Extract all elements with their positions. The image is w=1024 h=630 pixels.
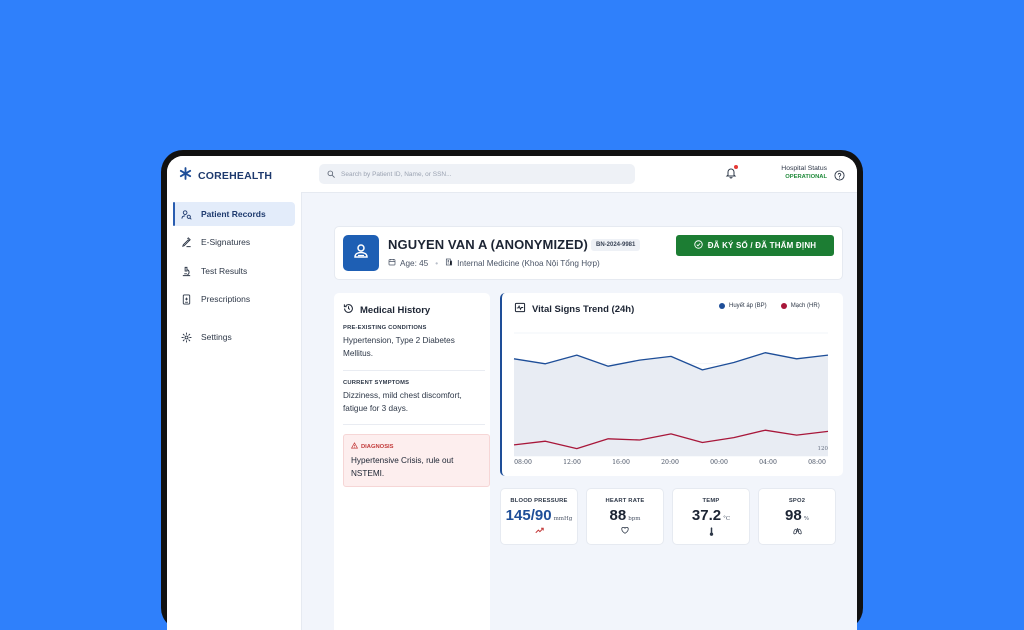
check-circle-icon: [693, 240, 703, 251]
warning-icon: [350, 442, 359, 451]
medical-history-title-text: Medical History: [360, 304, 431, 316]
vital-unit: mmHg: [553, 516, 573, 522]
symptoms-text: Dizziness, mild chest discomfort, fatigu…: [343, 391, 462, 413]
medical-history-panel: Medical History PRE-EXISTING CONDITIONS …: [334, 293, 490, 630]
vital-value-row: 98%: [759, 507, 835, 525]
preexisting-label: PRE-EXISTING CONDITIONS: [343, 325, 427, 331]
sidebar-item-patient-records[interactable]: Patient Records: [173, 202, 295, 226]
user-search-icon: [181, 209, 195, 220]
calendar-icon: [388, 258, 396, 268]
divider: [343, 424, 485, 425]
thermometer-icon: [673, 527, 749, 536]
patient-meta: Age: 45 • Internal Medicine (Khoa Nội Tổ…: [388, 258, 600, 268]
vital-value-row: 145/90 mmHg: [501, 507, 577, 525]
history-icon: [343, 303, 354, 317]
sidebar-item-e-signatures[interactable]: E-Signatures: [173, 230, 295, 254]
building-icon: [445, 258, 453, 268]
hospital-status: Hospital Status OPERATIONAL: [763, 165, 827, 180]
help-button[interactable]: [834, 168, 845, 186]
notifications-button[interactable]: [725, 165, 738, 184]
bp-area-fill: [514, 352, 828, 456]
top-bar: COREHEALTH Hospital Status OPERATIONAL: [167, 156, 857, 193]
heart-icon: [587, 527, 663, 534]
search-bar[interactable]: [319, 164, 635, 184]
vital-value: 98: [785, 507, 802, 524]
diagnosis-text: Hypertensive Crisis, rule out NSTEMI.: [351, 456, 454, 478]
signed-verified-button[interactable]: ĐÃ KÝ SỐ / ĐÃ THẨM ĐỊNH: [676, 235, 834, 256]
vital-tile-spo2: SPO2 98%: [758, 488, 836, 545]
sidebar-item-test-results[interactable]: Test Results: [173, 259, 295, 283]
vital-label: BLOOD PRESSURE: [510, 498, 568, 504]
vital-label: SPO2: [788, 498, 806, 504]
sidebar-item-label: Test Results: [201, 266, 248, 276]
vital-unit: °C: [723, 516, 731, 522]
vital-value-row: 37.2 °C: [673, 507, 749, 525]
preexisting-text: Hypertension, Type 2 Diabetes Mellitus.: [343, 336, 455, 358]
sidebar-item-label: Settings: [201, 332, 232, 342]
vital-unit: %: [803, 516, 809, 522]
search-icon: [319, 165, 335, 183]
vital-label: TEMP: [702, 498, 720, 504]
sidebar-item-prescriptions[interactable]: Prescriptions: [173, 287, 295, 311]
x-tick-label: 12:00: [563, 459, 581, 466]
tablet-frame: COREHEALTH Hospital Status OPERATIONAL: [161, 150, 863, 630]
x-tick-label: 20:00: [661, 459, 679, 466]
diagnosis-label: DIAGNOSIS: [350, 442, 394, 451]
search-input[interactable]: [339, 169, 623, 179]
sidebar-item-settings[interactable]: Settings: [173, 325, 295, 349]
patient-id-badge: BN-2024-9981: [591, 239, 641, 251]
divider: [343, 370, 485, 371]
vital-signs-chart-card: Vital Signs Trend (24h) Huyết áp (BP) Mạ…: [500, 293, 843, 476]
hospital-status-value: OPERATIONAL: [785, 174, 827, 180]
x-tick-label: 08:00: [808, 459, 826, 466]
vital-signs-chart: 120 08:00 12:00 16:00 20:00 00:00 04:00 08:00: [513, 332, 829, 466]
trend-up-icon: [501, 527, 577, 534]
x-tick-label: 04:00: [759, 459, 777, 466]
prescription-icon: [181, 293, 195, 305]
pen-signature-icon: [181, 236, 195, 248]
vital-label: HEART RATE: [605, 498, 645, 504]
vital-unit: bpm: [628, 516, 641, 522]
brand[interactable]: COREHEALTH: [179, 167, 272, 185]
brand-name: COREHEALTH: [198, 170, 273, 182]
vital-value: 37.2: [691, 507, 722, 524]
patient-header-card: NGUYEN VAN A (ANONYMIZED) BN-2024-9981 A…: [334, 226, 843, 280]
sidebar: Patient Records E-Signatures Test Result…: [167, 192, 302, 630]
patient-avatar: [343, 235, 379, 271]
medical-history-title: Medical History: [343, 303, 430, 317]
x-tick-label: 00:00: [710, 459, 728, 466]
x-tick-label: 16:00: [612, 459, 630, 466]
diagnosis-box: DIAGNOSIS Hypertensive Crisis, rule out …: [343, 434, 490, 487]
hospital-status-label: Hospital Status: [781, 165, 827, 172]
x-tick-label: 08:00: [514, 459, 532, 466]
asterisk-logo-icon: [179, 167, 192, 185]
patient-department: Internal Medicine (Khoa Nội Tổng Hợp): [457, 258, 600, 268]
patient-name: NGUYEN VAN A (ANONYMIZED): [388, 237, 588, 252]
vital-value: 88: [609, 507, 627, 524]
sidebar-item-label: Patient Records: [201, 209, 266, 219]
sidebar-item-label: Prescriptions: [201, 294, 251, 304]
vital-value: 145/90: [505, 507, 552, 524]
signed-verified-label: ĐÃ KÝ SỐ / ĐÃ THẨM ĐỊNH: [707, 241, 817, 250]
y-axis-marker: 120: [818, 446, 829, 452]
notification-dot: [734, 165, 738, 169]
patient-icon: [352, 242, 370, 265]
vital-tile-temperature: TEMP 37.2 °C: [672, 488, 750, 545]
patient-age: Age: 45: [400, 258, 429, 268]
microscope-icon: [181, 266, 195, 277]
vital-tile-blood-pressure: BLOOD PRESSURE 145/90 mmHg: [500, 488, 578, 545]
sidebar-item-label: E-Signatures: [201, 237, 251, 247]
vital-value-row: 88 bpm: [587, 507, 663, 525]
symptoms-label: CURRENT SYMPTOMS: [343, 380, 410, 386]
gear-icon: [181, 331, 195, 343]
diagnosis-label-text: DIAGNOSIS: [361, 443, 394, 450]
help-icon: [834, 168, 845, 185]
lungs-icon: [759, 527, 835, 535]
app-screen: COREHEALTH Hospital Status OPERATIONAL: [167, 156, 857, 630]
vital-tile-heart-rate: HEART RATE 88 bpm: [586, 488, 664, 545]
meta-separator: •: [435, 258, 439, 268]
